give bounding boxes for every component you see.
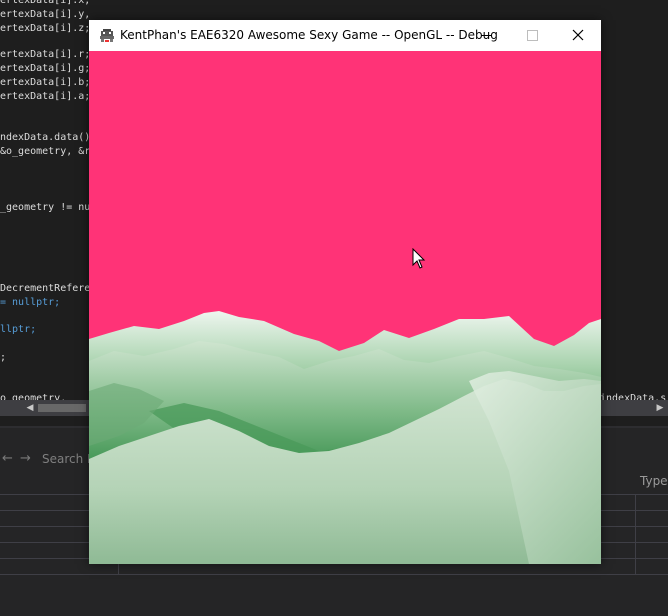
mouse-cursor-icon	[412, 248, 426, 269]
title-bar[interactable]: KentPhan's EAE6320 Awesome Sexy Game -- …	[89, 20, 601, 51]
code-line: DecrementRefere	[0, 283, 91, 294]
close-button[interactable]	[555, 20, 601, 51]
forward-arrow-icon[interactable]: →	[20, 451, 31, 467]
column-header-type: Type	[640, 474, 668, 488]
code-line: = nullptr;	[0, 297, 61, 308]
scroll-right-icon[interactable]: ▶	[652, 400, 668, 416]
code-line: ertexData[i].g;	[0, 63, 91, 74]
close-icon	[572, 29, 584, 41]
code-line: ertexData[i].a;	[0, 91, 91, 102]
code-line: ertexData[i].r;	[0, 49, 91, 60]
game-viewport[interactable]	[89, 51, 601, 564]
table-row[interactable]	[0, 574, 668, 590]
code-line: ;	[0, 352, 7, 363]
search-input[interactable]: Search D	[42, 452, 90, 466]
code-line: ertexData[i].y,	[0, 9, 91, 20]
code-line: &o_geometry, &r	[0, 146, 91, 157]
minimize-button[interactable]	[463, 20, 509, 51]
maximize-icon	[527, 30, 538, 41]
minimize-icon	[481, 35, 491, 36]
code-line: ertexData[i].z;	[0, 23, 91, 34]
code-line: ertexData[i].x,	[0, 0, 91, 6]
scroll-left-icon[interactable]: ◀	[22, 400, 38, 416]
scrollbar-thumb[interactable]	[38, 404, 86, 412]
window-title: KentPhan's EAE6320 Awesome Sexy Game -- …	[120, 28, 498, 42]
terrain-scene	[89, 51, 601, 564]
game-window[interactable]: KentPhan's EAE6320 Awesome Sexy Game -- …	[89, 20, 601, 564]
code-line: _geometry != nu	[0, 202, 91, 213]
code-line: ertexData[i].b;	[0, 77, 91, 88]
back-arrow-icon[interactable]: ←	[2, 451, 13, 467]
code-line: llptr;	[0, 324, 37, 335]
maximize-button[interactable]	[509, 20, 555, 51]
column-divider	[635, 494, 636, 574]
space-invader-icon	[100, 29, 114, 42]
code-line: ndexData.data()	[0, 132, 91, 143]
